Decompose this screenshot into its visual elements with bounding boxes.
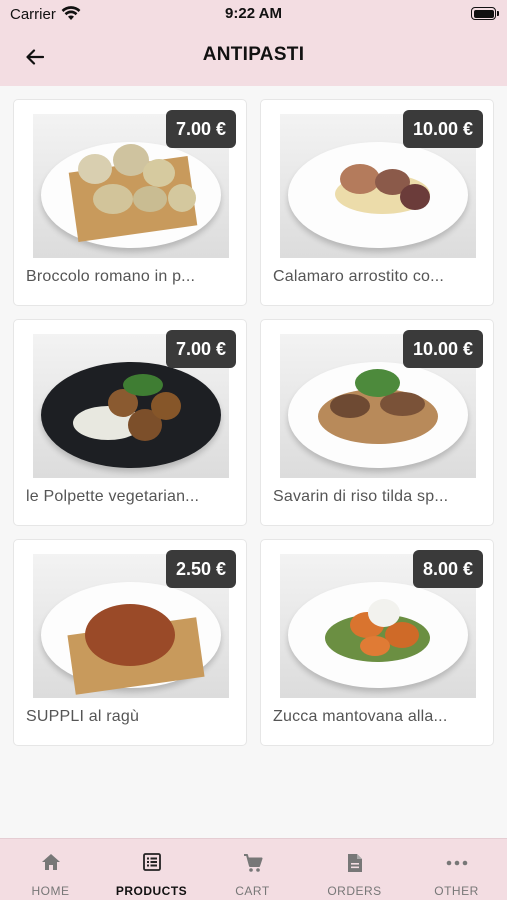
- tab-label: PRODUCTS: [115, 884, 188, 898]
- product-grid: 7.00 € Broccolo romano in p... 10.00 € C…: [0, 86, 507, 838]
- price-badge: 7.00 €: [165, 330, 236, 368]
- nav-bar: ANTIPASTI: [0, 28, 507, 86]
- tab-label: HOME: [31, 884, 70, 898]
- product-card[interactable]: 10.00 € Calamaro arrostito co...: [260, 99, 494, 306]
- status-bar: Carrier 9:22 AM: [0, 0, 507, 28]
- home-icon: [41, 854, 60, 870]
- product-name: SUPPLI al ragù: [26, 708, 140, 725]
- product-name: le Polpette vegetarian...: [26, 488, 200, 505]
- tab-home[interactable]: HOME: [0, 839, 101, 900]
- product-card[interactable]: 7.00 € le Polpette vegetarian...: [13, 319, 247, 526]
- tab-orders[interactable]: ORDERS: [304, 839, 405, 900]
- product-card[interactable]: 10.00 € Savarin di riso tilda sp...: [260, 319, 494, 526]
- top-bar: Carrier 9:22 AM ANTIPASTI: [0, 0, 507, 86]
- product-card[interactable]: 7.00 € Broccolo romano in p...: [13, 99, 247, 306]
- tab-products[interactable]: PRODUCTS: [101, 839, 202, 900]
- page-title: ANTIPASTI: [202, 44, 305, 65]
- tab-label: ORDERS: [327, 884, 382, 898]
- price-badge: 8.00 €: [412, 550, 483, 588]
- price-badge: 10.00 €: [402, 330, 483, 368]
- product-card[interactable]: 2.50 € SUPPLI al ragù: [13, 539, 247, 746]
- price-badge: 10.00 €: [402, 110, 483, 148]
- product-card[interactable]: 8.00 € Zucca mantovana alla...: [260, 539, 494, 746]
- tab-label: OTHER: [434, 884, 479, 898]
- tab-cart[interactable]: CART: [202, 839, 303, 900]
- tab-other[interactable]: OTHER: [406, 839, 507, 900]
- price-badge: 7.00 €: [165, 110, 236, 148]
- product-name: Calamaro arrostito co...: [273, 268, 445, 285]
- battery-icon: [471, 7, 499, 20]
- more-icon: [446, 860, 467, 866]
- cart-icon: [243, 854, 262, 872]
- tab-label: CART: [235, 884, 270, 898]
- tab-bar: HOME PRODUCTS CART ORDERS OTHER: [0, 838, 507, 900]
- price-badge: 2.50 €: [165, 550, 236, 588]
- product-name: Zucca mantovana alla...: [273, 708, 448, 725]
- product-name: Savarin di riso tilda sp...: [273, 488, 449, 505]
- document-icon: [347, 854, 362, 872]
- clock: 9:22 AM: [225, 5, 282, 22]
- product-name: Broccolo romano in p...: [26, 268, 196, 285]
- list-icon: [142, 853, 161, 871]
